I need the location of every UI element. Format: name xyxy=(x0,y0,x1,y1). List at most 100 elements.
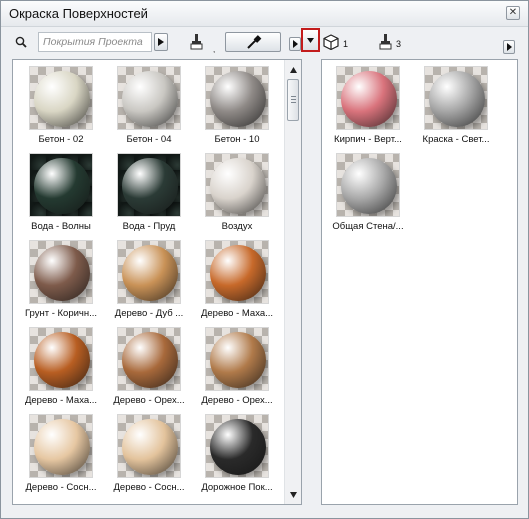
left-material-item[interactable]: Дерево - Орех... xyxy=(193,327,281,415)
material-preview-sphere xyxy=(34,158,90,214)
material-preview-sphere xyxy=(210,245,266,301)
right-material-item[interactable]: Общая Стена/... xyxy=(324,153,412,241)
right-material-item[interactable]: Кирпич - Верт... xyxy=(324,66,412,154)
eyedropper-icon xyxy=(247,35,262,49)
material-preview-sphere xyxy=(210,332,266,388)
window-title: Окраска Поверхностей xyxy=(9,6,148,21)
title-bar: Окраска Поверхностей ✕ xyxy=(1,1,528,27)
material-preview-sphere xyxy=(429,71,485,127)
material-preview-sphere xyxy=(122,158,178,214)
left-material-item[interactable]: Бетон - 02 xyxy=(17,66,105,154)
material-preview-sphere xyxy=(122,245,178,301)
material-preview-sphere xyxy=(341,71,397,127)
left-material-item[interactable]: Вода - Волны xyxy=(17,153,105,241)
material-preview-sphere xyxy=(122,71,178,127)
material-thumbnail xyxy=(29,153,93,217)
eyedropper-button[interactable] xyxy=(225,32,281,52)
material-label: Дерево - Маха... xyxy=(24,395,98,406)
material-preview-sphere xyxy=(210,419,266,475)
material-thumbnail xyxy=(205,327,269,391)
scroll-up-icon[interactable] xyxy=(289,66,298,75)
material-preview-sphere xyxy=(34,332,90,388)
selected-surfaces-panel: Кирпич - Верт... Краска - Свет... Общая Ст… xyxy=(321,59,518,505)
scroll-down-icon[interactable] xyxy=(289,490,298,499)
toolbar: , 1 3 xyxy=(1,28,528,58)
material-thumbnail xyxy=(117,153,181,217)
play-arrow-icon xyxy=(158,38,164,46)
material-thumbnail xyxy=(336,153,400,217)
left-material-item[interactable]: Дерево - Маха... xyxy=(17,327,105,415)
material-thumbnail xyxy=(117,327,181,391)
material-thumbnail xyxy=(29,327,93,391)
left-material-item[interactable]: Дерево - Маха... xyxy=(193,240,281,328)
right-panel-options-button[interactable] xyxy=(503,40,515,54)
search-icon xyxy=(15,36,27,48)
left-material-item[interactable]: Вода - Пруд xyxy=(105,153,193,241)
material-thumbnail xyxy=(205,153,269,217)
material-label: Дерево - Маха... xyxy=(200,308,274,319)
left-material-item[interactable]: Бетон - 04 xyxy=(105,66,193,154)
separator: , xyxy=(213,45,216,54)
element-count: 1 xyxy=(343,39,349,49)
material-thumbnail xyxy=(424,66,488,130)
project-surfaces-panel: Бетон - 02 Бетон - 04 Бетон - 10 Вода - Вол… xyxy=(12,59,302,505)
material-thumbnail xyxy=(29,240,93,304)
left-material-item[interactable]: Грунт - Коричн... xyxy=(17,240,105,328)
material-thumbnail xyxy=(336,66,400,130)
material-label: Дерево - Орех... xyxy=(201,395,273,406)
material-preview-sphere xyxy=(34,71,90,127)
left-panel-options-button[interactable] xyxy=(289,37,301,51)
material-label: Общая Стена/... xyxy=(332,221,404,232)
material-label: Воздух xyxy=(221,221,253,232)
left-material-item[interactable]: Дерево - Дуб ... xyxy=(105,240,193,328)
material-preview-sphere xyxy=(341,158,397,214)
cube-icon xyxy=(323,34,339,50)
material-thumbnail xyxy=(117,66,181,130)
material-preview-sphere xyxy=(210,71,266,127)
material-label: Краска - Свет... xyxy=(422,134,490,145)
left-material-item[interactable]: Бетон - 10 xyxy=(193,66,281,154)
material-label: Вода - Волны xyxy=(31,221,91,232)
left-material-item[interactable]: Воздух xyxy=(193,153,281,241)
left-material-item[interactable]: Дерево - Сосн... xyxy=(105,414,193,502)
material-label: Вода - Пруд xyxy=(122,221,176,232)
material-label: Дерево - Сосн... xyxy=(113,482,185,493)
material-thumbnail xyxy=(205,414,269,478)
surface-painter-window: Окраска Поверхностей ✕ , xyxy=(0,0,529,519)
left-material-item[interactable]: Дерево - Орех... xyxy=(105,327,193,415)
left-material-item[interactable]: Дерево - Сосн... xyxy=(17,414,105,502)
material-label: Бетон - 02 xyxy=(38,134,84,145)
brush-icon xyxy=(379,34,392,50)
material-thumbnail xyxy=(205,66,269,130)
scroll-thumb[interactable] xyxy=(287,79,299,121)
scrollbar[interactable] xyxy=(284,60,301,504)
search-input[interactable] xyxy=(38,32,152,52)
material-preview-sphere xyxy=(210,158,266,214)
play-arrow-icon xyxy=(507,43,512,51)
material-thumbnail xyxy=(29,414,93,478)
right-material-item[interactable]: Краска - Свет... xyxy=(412,66,500,154)
material-thumbnail xyxy=(117,414,181,478)
material-label: Бетон - 04 xyxy=(126,134,172,145)
material-label: Кирпич - Верт... xyxy=(334,134,402,145)
material-thumbnail xyxy=(205,240,269,304)
material-preview-sphere xyxy=(122,419,178,475)
material-thumbnail xyxy=(29,66,93,130)
material-label: Дерево - Дуб ... xyxy=(114,308,184,319)
left-material-item[interactable]: Дорожное Пок... xyxy=(193,414,281,502)
close-button[interactable]: ✕ xyxy=(506,6,520,20)
material-thumbnail xyxy=(117,240,181,304)
material-label: Дерево - Сосн... xyxy=(25,482,97,493)
brush-icon xyxy=(190,34,203,50)
material-preview-sphere xyxy=(34,419,90,475)
search-options-button[interactable] xyxy=(154,33,168,51)
surface-count: 3 xyxy=(396,39,402,49)
chevron-down-icon xyxy=(307,38,314,43)
material-label: Бетон - 10 xyxy=(214,134,260,145)
material-preview-sphere xyxy=(122,332,178,388)
play-arrow-icon xyxy=(293,40,298,48)
dropdown-toggle-button[interactable] xyxy=(301,28,320,52)
material-label: Грунт - Коричн... xyxy=(24,308,98,319)
material-label: Дерево - Орех... xyxy=(113,395,185,406)
material-label: Дорожное Пок... xyxy=(201,482,273,493)
